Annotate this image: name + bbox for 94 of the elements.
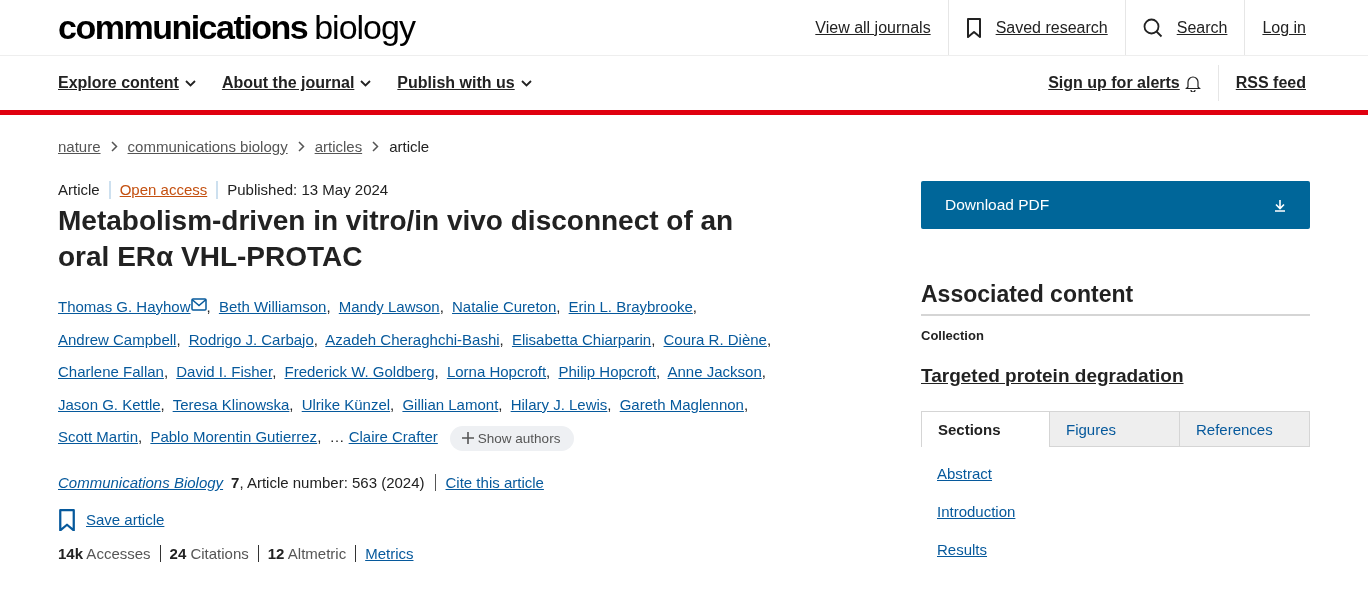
author-link[interactable]: Claire Crafter	[348, 428, 438, 445]
citation-info: 7, Article number: 563 (2024)	[231, 473, 436, 491]
separator: ,	[317, 428, 322, 445]
author-link[interactable]: David I. Fisher	[176, 363, 273, 380]
separator: ,	[766, 330, 772, 348]
search-icon	[1142, 17, 1163, 38]
separator: ,	[289, 395, 294, 413]
metric-stat: 12 Altmetric	[257, 545, 356, 562]
separator: ,	[390, 395, 395, 413]
separator: ,	[546, 363, 551, 380]
author-link[interactable]: Scott Martin	[58, 428, 139, 445]
section-heading: Associated content	[921, 281, 1310, 316]
author-link[interactable]: Gareth Maglennon	[619, 395, 744, 413]
separator: ,	[434, 363, 439, 380]
nav-menu[interactable]: Publish with us	[397, 74, 532, 92]
mail-icon[interactable]	[190, 298, 207, 311]
author-list: Thomas G. Hayhow , Beth Williamson, Mandy Lawson, Natalie Cureton, Erin L. Braybrooke, Andrew Campbell, Rodrigo J. Carbajo, Azadeh Cheraghchi-Bashi, Elisabetta Chiarparin, Coura R. Diène, Charlene Fallan, David I. Fisher, Frederick W. Goldberg, Lorna Hopcroft, Philip Hopcroft, Anne Jackson, Jason G. Kettle, Teresa Klinowska, Ulrike Künzel, Gillian Lamont, Hilary J. Lewis, Gareth Maglennon, Scott Martin, Pablo Morentin Gutierrez, … Claire Crafter Show authors	[58, 291, 798, 454]
author-link[interactable]: Erin L. Braybrooke	[568, 298, 693, 315]
separator: ,	[499, 330, 504, 348]
breadcrumb-link[interactable]: article	[389, 137, 430, 155]
header-link[interactable]: Log in	[1244, 0, 1310, 55]
section-link[interactable]: Introduction	[937, 503, 1016, 520]
author-link[interactable]: Philip Hopcroft	[558, 363, 656, 380]
separator: ,	[206, 298, 211, 315]
breadcrumb-link[interactable]: nature	[58, 137, 101, 155]
separator: ,	[160, 395, 165, 413]
download-icon	[1274, 198, 1286, 212]
breadcrumb-link[interactable]: articles	[314, 137, 363, 155]
download-pdf-button[interactable]: Download PDF	[921, 181, 1310, 229]
nav-menu[interactable]: Explore content	[58, 74, 196, 92]
separator: ,	[326, 298, 331, 315]
chevron-right-icon	[372, 140, 380, 152]
nav-link[interactable]: RSS feed	[1217, 65, 1310, 101]
separator: ,	[692, 298, 697, 315]
metric-stat: 14k Accesses	[58, 545, 152, 562]
bell-icon	[1184, 74, 1201, 92]
author-link[interactable]: Anne Jackson	[667, 363, 762, 380]
separator: ,	[743, 395, 749, 413]
breadcrumb-link[interactable]: communications biology	[127, 137, 288, 155]
separator: ,	[651, 330, 656, 348]
collection-label: Collection	[921, 328, 985, 343]
bookmark-icon	[58, 508, 76, 531]
separator: ,	[656, 363, 661, 380]
separator: ,	[272, 363, 277, 380]
sidebar-tab[interactable]: References	[1180, 411, 1310, 447]
plus-icon	[461, 432, 474, 445]
author-link[interactable]: Azadeh Cheraghchi-Bashi	[325, 330, 500, 348]
separator: ,	[439, 298, 444, 315]
separator: ,	[313, 330, 318, 348]
separator: ,	[607, 395, 612, 413]
chevron-down-icon	[520, 79, 532, 87]
author-link[interactable]: Charlene Fallan	[58, 363, 164, 380]
separator: ,	[176, 330, 181, 348]
separator: ,	[163, 363, 169, 380]
author-link[interactable]: Mandy Lawson	[338, 298, 440, 315]
article-type: Article	[58, 181, 101, 199]
published-date: Published: 13 May 2024	[216, 181, 398, 199]
separator: ,	[498, 395, 503, 413]
chevron-down-icon	[360, 79, 372, 87]
chevron-down-icon	[184, 79, 196, 87]
separator: ,	[761, 363, 766, 380]
save-article-link[interactable]: Save article	[86, 511, 165, 529]
author-link[interactable]: Frederick W. Goldberg	[284, 363, 435, 380]
show-authors-button[interactable]: Show authors	[449, 425, 575, 451]
nav-menu[interactable]: About the journal	[221, 74, 372, 92]
section-link[interactable]: Results	[937, 541, 988, 558]
metric-stat: 24 Citations	[159, 545, 258, 562]
separator: ,	[556, 298, 561, 315]
author-link[interactable]: Beth Williamson	[218, 298, 327, 315]
article-title: Metabolism-driven in vitro/in vivo disconnect of an oral ERα VHL-PROTAC	[58, 204, 735, 274]
metrics-link[interactable]: Metrics	[355, 545, 414, 562]
open-access-link[interactable]: Open access	[119, 181, 208, 198]
author-link[interactable]: Jason G. Kettle	[58, 395, 161, 413]
author-link[interactable]: Ulrike Künzel	[301, 395, 391, 413]
author-link[interactable]: Thomas G. Hayhow	[58, 298, 191, 315]
bookmark-icon	[965, 17, 982, 38]
cite-link[interactable]: Cite this article	[445, 473, 544, 491]
chevron-right-icon	[110, 140, 118, 152]
author-link[interactable]: Coura R. Diène	[663, 330, 767, 348]
journal-logo[interactable]: communications biology	[58, 0, 415, 55]
author-link[interactable]: Rodrigo J. Carbajo	[188, 330, 314, 348]
section-link[interactable]: Abstract	[937, 465, 993, 482]
header-link[interactable]: Saved research	[947, 0, 1125, 55]
sidebar-tab[interactable]: Sections	[921, 411, 1050, 447]
journal-link[interactable]: Communications Biology	[58, 473, 224, 491]
separator: ,	[138, 428, 143, 445]
author-link[interactable]: Elisabetta Chiarparin	[511, 330, 652, 348]
collection-link[interactable]: Targeted protein degradation	[921, 365, 1184, 387]
header-link[interactable]: Search	[1124, 0, 1245, 55]
header-link[interactable]: View all journals	[798, 0, 948, 55]
sidebar-tab[interactable]: Figures	[1050, 411, 1180, 447]
nav-link[interactable]: Sign up for alerts	[1031, 65, 1218, 101]
chevron-right-icon	[297, 140, 305, 152]
author-link[interactable]: Andrew Campbell	[58, 330, 177, 348]
